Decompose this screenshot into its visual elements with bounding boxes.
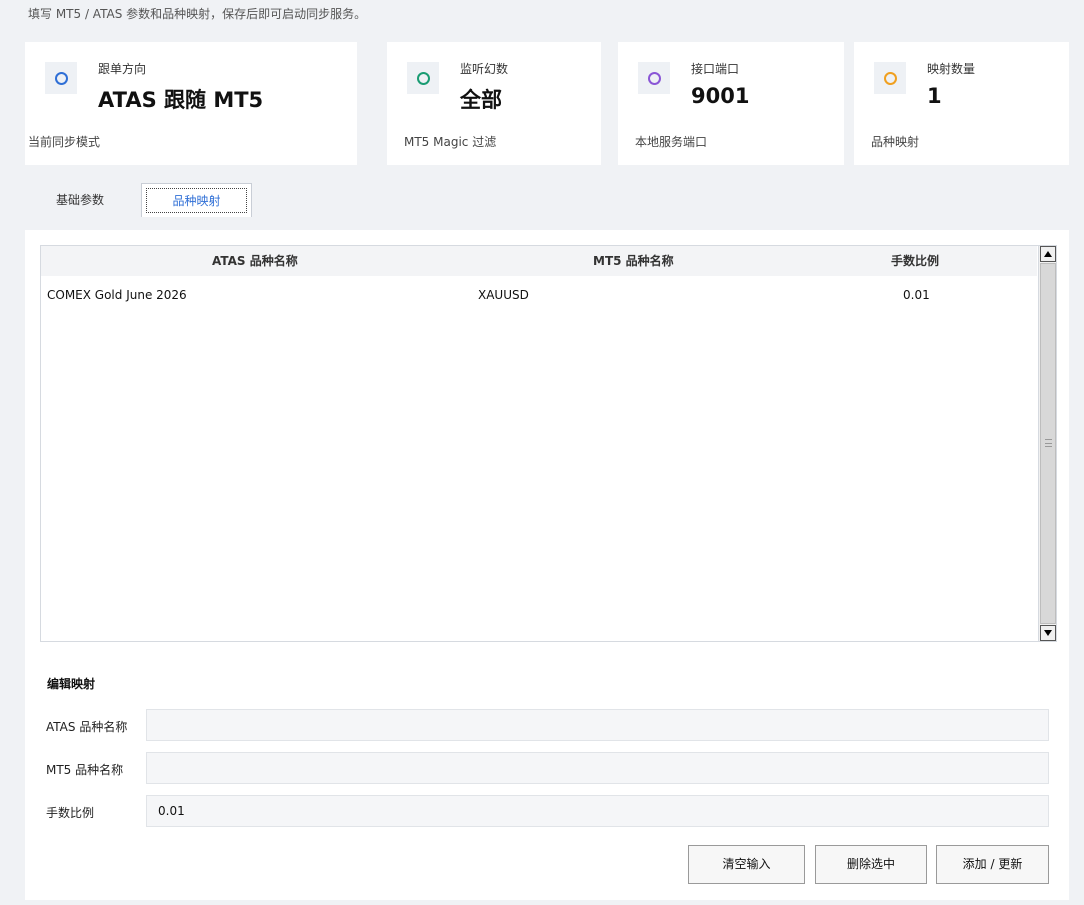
scroll-up-button[interactable] [1040,246,1056,262]
card-label: 跟单方向 [98,62,147,76]
tab-label: 品种映射 [172,194,221,208]
mapping-grid[interactable]: ATAS 品种名称 MT5 品种名称 手数比例 COMEX Gold June … [40,245,1057,642]
column-header-ratio[interactable]: 手数比例 [891,246,939,276]
mt5-symbol-input[interactable] [146,752,1049,784]
card-magic-filter: 监听幻数 全部 MT5 Magic 过滤 [387,42,601,165]
cell-lot-ratio: 0.01 [903,288,930,302]
ring-icon [417,72,430,85]
cell-mt5-symbol: XAUUSD [478,288,529,302]
scroll-down-button[interactable] [1040,625,1056,641]
card-label: 映射数量 [927,62,976,76]
card-icon-box [407,62,439,94]
card-icon-box [45,62,77,94]
card-label: 监听幻数 [460,62,509,76]
edit-mapping-title: 编辑映射 [47,677,96,691]
delete-selected-button[interactable]: 删除选中 [815,845,927,884]
card-follow-direction: 跟单方向 ATAS 跟随 MT5 当前同步模式 [25,42,357,165]
lot-ratio-label: 手数比例 [46,806,95,820]
atas-symbol-input[interactable] [146,709,1049,741]
card-foot: MT5 Magic 过滤 [404,135,497,149]
grid-header: ATAS 品种名称 MT5 品种名称 手数比例 [41,246,1037,276]
card-label: 接口端口 [691,62,740,76]
grip-icon [1045,439,1052,447]
vertical-scrollbar[interactable] [1038,246,1056,641]
ring-icon [884,72,897,85]
card-icon-box [874,62,906,94]
column-header-atas[interactable]: ATAS 品种名称 [212,246,298,276]
atas-symbol-label: ATAS 品种名称 [46,720,128,734]
tab-basic-params[interactable]: 基础参数 [35,183,125,217]
card-foot: 本地服务端口 [635,135,708,149]
card-api-port: 接口端口 9001 本地服务端口 [618,42,844,165]
card-foot: 当前同步模式 [28,135,101,149]
scroll-thumb[interactable] [1040,263,1056,624]
add-update-button[interactable]: 添加 / 更新 [936,845,1049,884]
card-value: 全部 [460,88,502,112]
table-row[interactable]: COMEX Gold June 2026 XAUUSD 0.01 [41,280,1037,308]
card-value: ATAS 跟随 MT5 [98,88,264,112]
arrow-down-icon [1044,630,1052,636]
cell-atas-symbol: COMEX Gold June 2026 [47,288,187,302]
card-mapping-count: 映射数量 1 品种映射 [854,42,1069,165]
lot-ratio-input[interactable] [146,795,1049,827]
card-icon-box [638,62,670,94]
column-header-mt5[interactable]: MT5 品种名称 [593,246,674,276]
clear-input-button[interactable]: 清空输入 [688,845,805,884]
card-value: 1 [927,84,942,108]
card-value: 9001 [691,84,750,108]
card-foot: 品种映射 [871,135,920,149]
page-subtitle: 填写 MT5 / ATAS 参数和品种映射，保存后即可启动同步服务。 [28,7,367,21]
ring-icon [648,72,661,85]
ring-icon [55,72,68,85]
arrow-up-icon [1044,251,1052,257]
mt5-symbol-label: MT5 品种名称 [46,763,124,777]
tab-symbol-mapping[interactable]: 品种映射 [141,183,252,217]
